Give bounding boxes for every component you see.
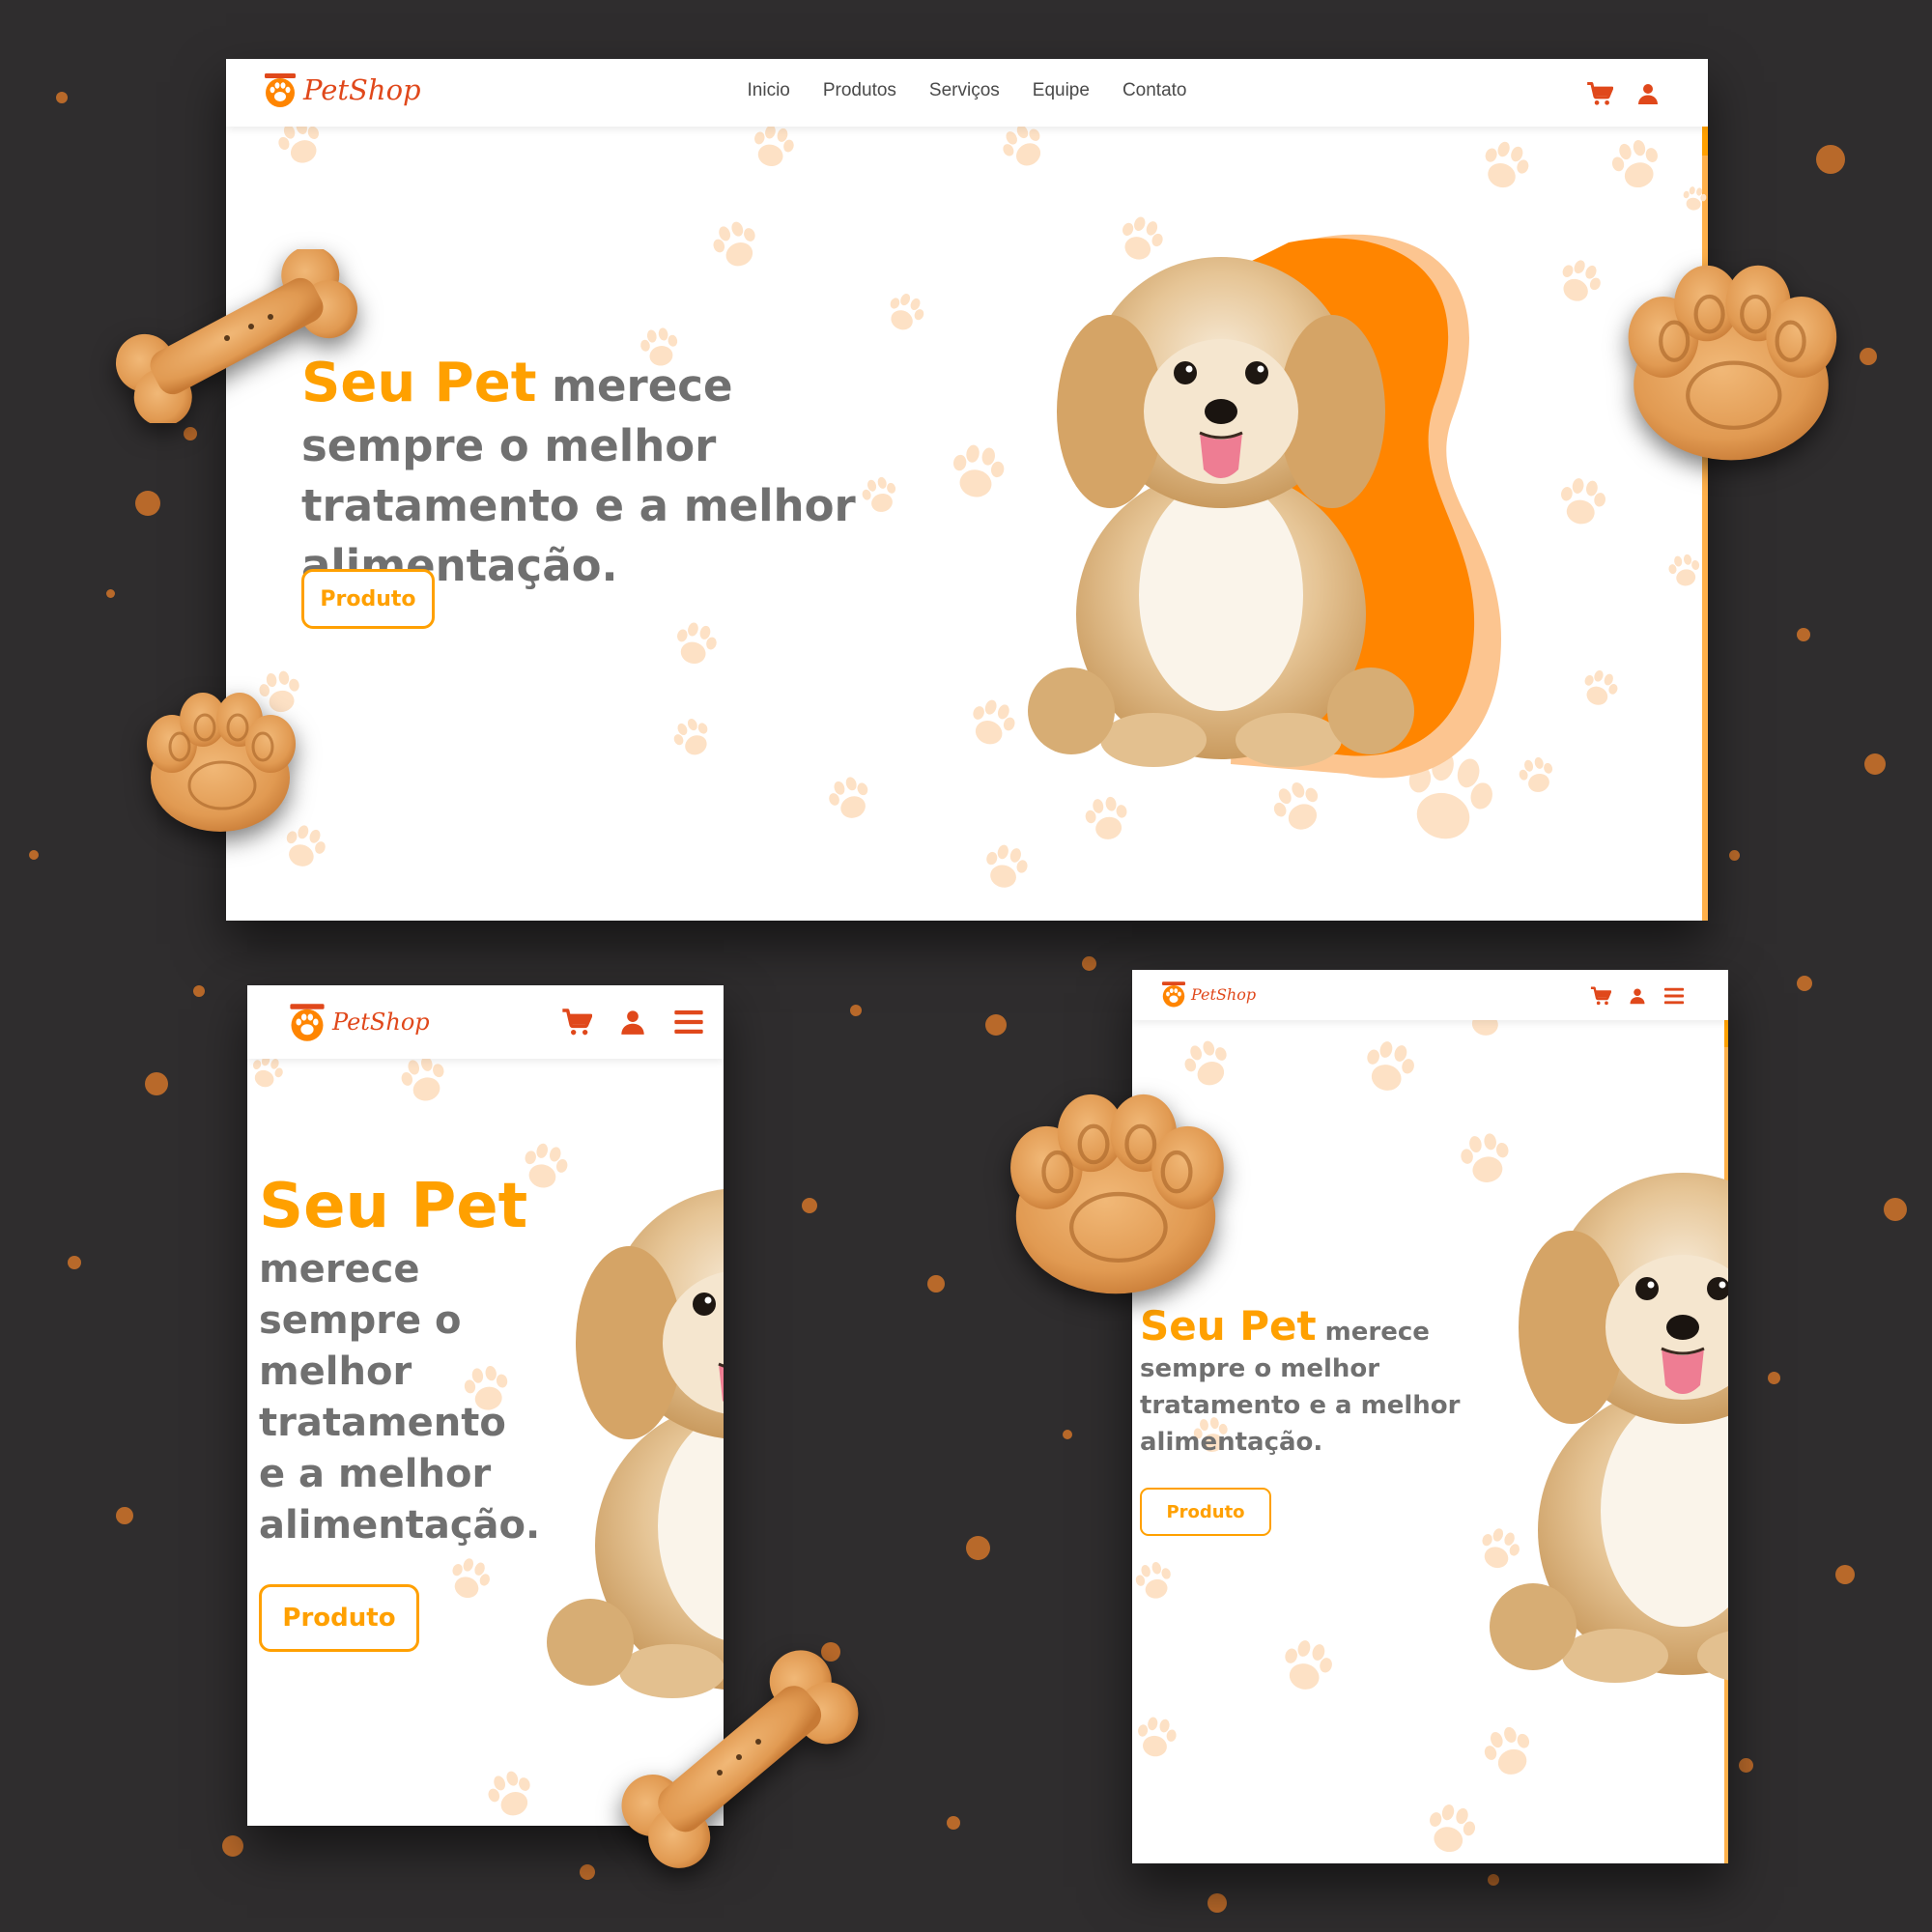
hero-line-1: sempre o melhor bbox=[1140, 1354, 1380, 1383]
produto-button[interactable]: Produto bbox=[259, 1584, 419, 1652]
nav-link-contato[interactable]: Contato bbox=[1122, 80, 1187, 101]
bone-biscuit-image bbox=[115, 249, 358, 423]
hero-highlight: Seu Pet bbox=[1140, 1302, 1317, 1350]
paw-print-icon bbox=[439, 1548, 500, 1610]
paw-logo-icon bbox=[286, 1001, 328, 1043]
paw-logo-icon bbox=[1159, 980, 1188, 1009]
paw-print-icon bbox=[875, 283, 934, 342]
hero-line-2: tratamento e a melhor bbox=[1140, 1391, 1461, 1420]
hero-line-3: melhor bbox=[259, 1350, 412, 1394]
cart-icon[interactable] bbox=[1586, 80, 1613, 107]
logo[interactable]: PetShop bbox=[261, 71, 421, 109]
logo[interactable]: PetShop bbox=[1159, 980, 1256, 1009]
paw-biscuit-image bbox=[147, 693, 296, 832]
navbar: PetShop Inicio Produtos Serviços Equipe … bbox=[226, 59, 1708, 127]
paw-print-icon bbox=[701, 211, 771, 280]
cart-icon[interactable] bbox=[561, 1007, 592, 1037]
paw-print-icon bbox=[1678, 183, 1708, 216]
paw-print-icon bbox=[476, 1760, 546, 1826]
hero-heading: Seu Pet merece sempre o melhor tratament… bbox=[1140, 1306, 1526, 1461]
brand-name: PetShop bbox=[1191, 984, 1257, 1004]
hero-line-2: sempre o bbox=[259, 1298, 462, 1343]
paw-print-icon bbox=[1549, 469, 1614, 534]
hero-highlight: Seu Pet bbox=[259, 1171, 528, 1242]
paw-print-icon bbox=[1352, 1031, 1426, 1104]
hero-line-0: merece bbox=[1324, 1318, 1430, 1347]
paw-print-icon bbox=[957, 689, 1027, 758]
hero-line-6: alimentação. bbox=[259, 1503, 541, 1548]
paw-print-icon bbox=[1415, 1794, 1486, 1863]
hero-line-1: merece bbox=[259, 1247, 420, 1292]
brand-name: PetShop bbox=[332, 1009, 430, 1036]
user-icon[interactable] bbox=[1629, 986, 1646, 1006]
paw-print-icon bbox=[818, 767, 883, 832]
produto-button[interactable]: Produto bbox=[301, 569, 435, 629]
desktop-mockup: PetShop Inicio Produtos Serviços Equipe … bbox=[226, 59, 1708, 921]
paw-print-icon bbox=[1573, 662, 1627, 716]
paw-print-icon bbox=[1662, 549, 1707, 593]
paw-print-icon bbox=[1601, 129, 1671, 200]
hero-line-4: tratamento bbox=[259, 1401, 506, 1445]
paw-print-icon bbox=[1546, 248, 1612, 315]
user-icon[interactable] bbox=[1636, 81, 1660, 106]
main-nav: Inicio Produtos Serviços Equipe Contato bbox=[748, 80, 1187, 101]
hamburger-menu-icon[interactable] bbox=[1663, 985, 1685, 1007]
nav-icons bbox=[1590, 985, 1685, 1007]
hamburger-menu-icon[interactable] bbox=[673, 1007, 704, 1037]
paw-print-icon bbox=[1132, 1710, 1184, 1766]
produto-button[interactable]: Produto bbox=[1140, 1488, 1271, 1536]
cart-icon[interactable] bbox=[1590, 985, 1611, 1007]
hero-heading: Seu Pet merece sempre o melhor tratament… bbox=[259, 1169, 568, 1551]
navbar: PetShop bbox=[1132, 970, 1728, 1020]
navbar: PetShop bbox=[247, 985, 724, 1059]
nav-icons bbox=[561, 1007, 704, 1037]
logo[interactable]: PetShop bbox=[286, 1001, 430, 1043]
paw-print-icon bbox=[663, 708, 722, 767]
paw-biscuit-image bbox=[1628, 265, 1837, 461]
paw-biscuit-image bbox=[1010, 1094, 1224, 1294]
nav-icons bbox=[1586, 80, 1660, 107]
hero-heading: Seu Pet merece sempre o melhor tratament… bbox=[301, 354, 900, 596]
paw-print-icon bbox=[1472, 1716, 1547, 1790]
hero-line-5: e a melhor bbox=[259, 1452, 492, 1496]
paw-print-icon bbox=[1469, 130, 1541, 202]
paw-logo-icon bbox=[261, 71, 299, 109]
bone-biscuit-image bbox=[621, 1650, 859, 1868]
nav-link-inicio[interactable]: Inicio bbox=[748, 80, 790, 101]
paw-print-icon bbox=[974, 836, 1037, 899]
nav-link-produtos[interactable]: Produtos bbox=[823, 80, 896, 101]
dog-image bbox=[1028, 228, 1414, 769]
paw-print-icon bbox=[1132, 1554, 1181, 1608]
paw-print-icon bbox=[941, 436, 1014, 509]
paw-print-icon bbox=[1270, 1630, 1344, 1703]
dog-image bbox=[547, 1159, 724, 1700]
paw-print-icon bbox=[665, 613, 726, 675]
nav-link-equipe[interactable]: Equipe bbox=[1033, 80, 1090, 101]
user-icon[interactable] bbox=[619, 1008, 646, 1037]
brand-name: PetShop bbox=[303, 73, 421, 106]
hero-line-3: alimentação. bbox=[1140, 1428, 1323, 1457]
paw-print-icon bbox=[1077, 789, 1138, 850]
paw-print-icon bbox=[1173, 1030, 1242, 1099]
nav-link-servicos[interactable]: Serviços bbox=[929, 80, 1000, 101]
